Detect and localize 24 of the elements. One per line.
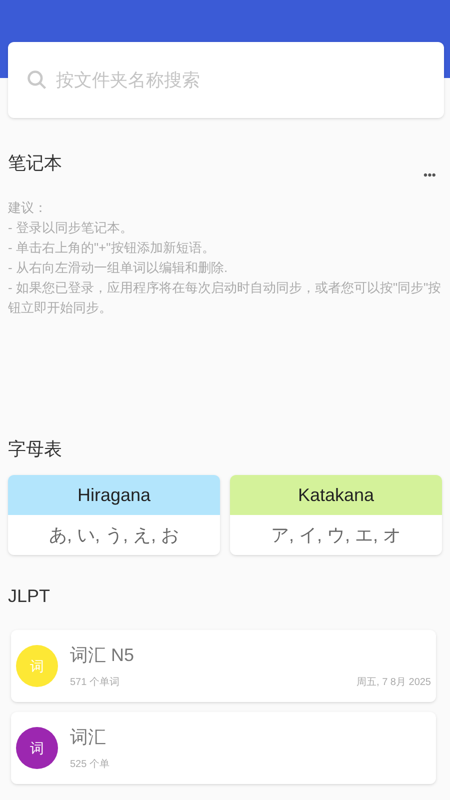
card-title: Hiragana: [8, 475, 220, 515]
tip-text: 建议：: [8, 199, 48, 217]
tip-text: - 从右向左滑动一组单词以编辑和删除.: [8, 259, 229, 277]
more-button[interactable]: •••: [423, 166, 436, 184]
card-title: Katakana: [230, 475, 442, 515]
deck-card[interactable]: 词 词汇 525 个单: [11, 712, 436, 784]
section-title: 字母表: [8, 438, 63, 461]
deck-card[interactable]: 词 词汇 N5 571 个单词 周五, 7 8月 2025: [11, 630, 436, 702]
word-count: 525 个单: [70, 758, 110, 772]
deck-title: 词汇: [70, 726, 107, 749]
section-title: JLPT: [8, 585, 52, 608]
kana-text: ア, イ, ウ, エ, オ: [270, 524, 402, 546]
word-count: 571 个单词: [70, 676, 120, 690]
kana-text: あ, い, う, え, お: [48, 524, 180, 546]
tip-text: - 单击右上角的"+"按钮添加新短语。: [8, 239, 216, 257]
search-field[interactable]: 按文件夹名称搜索: [8, 42, 444, 118]
date-text: 周五, 7 8月 2025: [356, 676, 431, 690]
tip-text: - 如果您已登录，应用程序将在每次启动时自动同步，或者您可以按"同步"按钮立即开始同步。: [8, 279, 442, 317]
alphabet-card[interactable]: Katakana ア, イ, ウ, エ, オ: [230, 475, 442, 555]
search-icon: [26, 69, 48, 91]
section-title: 笔记本: [8, 152, 62, 175]
alphabet-card[interactable]: Hiragana あ, い, う, え, お: [8, 475, 220, 555]
tip-text: - 登录以同步笔记本。: [8, 219, 134, 237]
deck-title: 词汇 N5: [70, 644, 136, 667]
